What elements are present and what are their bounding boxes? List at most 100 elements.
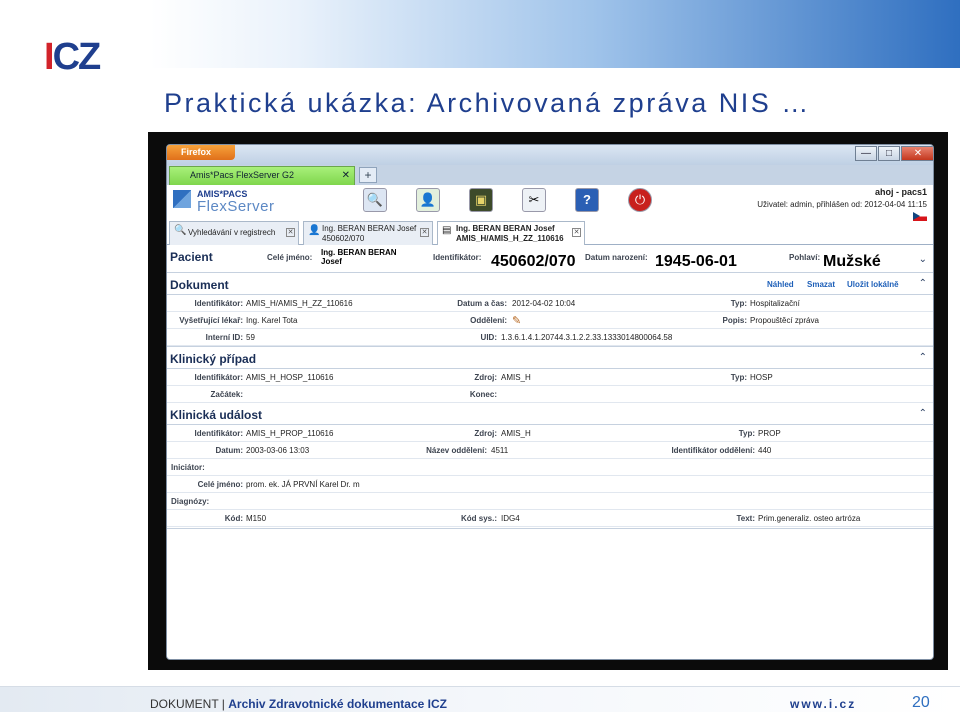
delete-link[interactable]: Smazat [807, 280, 835, 289]
close-tab-icon[interactable]: ✕ [420, 228, 429, 237]
document-section: Dokument Náhled Smazat Uložit lokálně ⌃ … [167, 275, 933, 347]
label: Zdroj: [474, 373, 497, 382]
label: Začátek: [210, 390, 243, 399]
user-icon: 👤 [308, 225, 321, 236]
tab-document[interactable]: ▤ Ing. BERAN BERAN Josef AMIS_H/AMIS_H_Z… [437, 221, 585, 245]
label: Celé jméno: [197, 480, 243, 489]
clinical-case-row: Identifikátor: AMIS_H_HOSP_110616 Zdroj:… [167, 369, 933, 386]
chevron-up-icon[interactable]: ⌃ [919, 352, 927, 363]
browser-titlebar: Firefox — □ ✕ [167, 145, 933, 165]
label: Interní ID: [205, 333, 243, 342]
patient-name: Ing. BERAN BERAN Josef [321, 248, 397, 266]
close-tab-icon[interactable]: ✕ [342, 167, 350, 184]
event-date: 2003-03-06 13:03 [246, 446, 310, 455]
diagnosis-row: Kód: M150 Kód sys.: IDG4 Text: Prim.gene… [167, 510, 933, 527]
section-title: Pacient [170, 250, 213, 264]
internal-id: 59 [246, 333, 255, 342]
chevron-up-icon[interactable]: ⌃ [919, 278, 927, 289]
save-locally-link[interactable]: Uložit lokálně [847, 280, 899, 289]
label: Vyšetřující lékař: [179, 316, 243, 325]
label: Celé jméno: [267, 253, 313, 262]
document-icon: ▤ [442, 225, 452, 236]
new-tab-button[interactable]: + [359, 167, 377, 183]
label: Oddělení: [470, 316, 507, 325]
label: Text: [736, 514, 755, 523]
user-login-info: Uživatel: admin, přihlášen od: 2012-04-0… [757, 200, 927, 209]
slide-title: Praktická ukázka: Archivovaná zpráva NIS… [164, 88, 811, 118]
label: Identifikátor: [194, 299, 243, 308]
tab-search-registers[interactable]: 🔍 Vyhledávání v registrech ✕ [169, 221, 299, 245]
clinical-event-row: Identifikátor: AMIS_H_PROP_110616 Zdroj:… [167, 425, 933, 442]
initiator-label: Iniciátor: [171, 463, 205, 472]
clinical-event-row: Datum: 2003-03-06 13:03 Název oddělení: … [167, 442, 933, 459]
logo-letter-i: I [44, 36, 54, 78]
diagnosis-text: Prim.generaliz. osteo artróza [758, 514, 861, 523]
event-id: AMIS_H_PROP_110616 [246, 429, 334, 438]
close-tab-icon[interactable]: ✕ [286, 228, 295, 237]
physician: Ing. Karel Tota [246, 316, 298, 325]
clinical-case-row: Začátek: Konec: [167, 386, 933, 403]
event-type: PROP [758, 429, 781, 438]
label: Identifikátor: [194, 373, 243, 382]
label: Typ: [738, 429, 755, 438]
monitor-icon[interactable]: ▣ [469, 188, 493, 212]
chevron-down-icon[interactable]: ⌄ [919, 254, 927, 265]
document-datetime: 2012-04-02 10:04 [512, 299, 576, 308]
section-title: Klinická událost [170, 408, 263, 422]
firefox-menu-button[interactable]: Firefox [167, 145, 235, 160]
patient-sex: Mužské [823, 253, 881, 270]
label: Datum a čas: [457, 299, 507, 308]
document-row: Identifikátor: AMIS_H/AMIS_H_ZZ_110616 D… [167, 295, 933, 312]
initiator-name: prom. ek. JÁ PRVNÍ Karel Dr. m [246, 480, 360, 489]
document-row: Vyšetřující lékař: Ing. Karel Tota Odděl… [167, 312, 933, 329]
diagnoses-label: Diagnózy: [171, 497, 210, 506]
patient-dob: 1945-06-01 [655, 253, 737, 270]
label: Pohlaví: [789, 253, 821, 262]
preview-link[interactable]: Náhled [767, 280, 794, 289]
document-description: Propouštěcí zpráva [750, 316, 819, 325]
clinical-event-row: Celé jméno: prom. ek. JÁ PRVNÍ Karel Dr.… [167, 476, 933, 493]
clinical-event-section: Klinická událost ⌃ Identifikátor: AMIS_H… [167, 405, 933, 529]
label: Název oddělení: [426, 446, 487, 455]
browser-window: Firefox — □ ✕ Amis*Pacs FlexServer G2 ✕ … [166, 144, 934, 660]
document-header: Dokument Náhled Smazat Uložit lokálně ⌃ [167, 275, 933, 295]
label: Konec: [469, 390, 497, 399]
label: Identifikátor: [194, 429, 243, 438]
tab-label: Ing. BERAN BERAN Josef [322, 224, 417, 233]
event-source: AMIS_H [501, 429, 531, 438]
power-icon[interactable]: ⏻ [628, 188, 652, 212]
user-add-icon[interactable]: 👤 [416, 188, 440, 212]
browser-tab[interactable]: Amis*Pacs FlexServer G2 ✕ [169, 166, 355, 185]
label: Typ: [730, 373, 747, 382]
label: Identifikátor oddělení: [671, 446, 755, 455]
diagnosis-code-system: IDG4 [501, 514, 520, 523]
page-number: 20 [912, 694, 930, 711]
app-toolbar: AMIS*PACS FlexServer 🔍 👤 ▣ ✂ ? ⏻ ahoj - … [167, 185, 933, 221]
minimize-button[interactable]: — [855, 146, 877, 161]
label: Typ: [730, 299, 747, 308]
label: Zdroj: [474, 429, 497, 438]
patient-name-line1: Ing. BERAN BERAN [321, 248, 397, 257]
maximize-button[interactable]: □ [878, 146, 900, 161]
amis-pacs-logo: AMIS*PACS FlexServer [173, 187, 274, 215]
screenshot-frame: Firefox — □ ✕ Amis*Pacs FlexServer G2 ✕ … [148, 132, 948, 670]
tab-label: Ing. BERAN BERAN Josef [456, 224, 555, 233]
close-window-button[interactable]: ✕ [901, 146, 933, 161]
clinical-case-section: Klinický případ ⌃ Identifikátor: AMIS_H_… [167, 349, 933, 403]
section-title: Dokument [170, 278, 229, 292]
department-name: 4511 [491, 446, 509, 455]
chevron-up-icon[interactable]: ⌃ [919, 408, 927, 419]
document-id: AMIS_H/AMIS_H_ZZ_110616 [246, 299, 353, 308]
app-tabs: 🔍 Vyhledávání v registrech ✕ 👤 Ing. BERA… [167, 219, 933, 245]
search-icon[interactable]: 🔍 [363, 188, 387, 212]
tab-patient[interactable]: 👤 Ing. BERAN BERAN Josef 450602/070 ✕ [303, 221, 433, 245]
label: Datum: [215, 446, 243, 455]
close-tab-icon[interactable]: ✕ [572, 228, 581, 237]
clinical-event-header: Klinická událost ⌃ [167, 405, 933, 425]
department-id: 440 [758, 446, 772, 455]
case-id: AMIS_H_HOSP_110616 [246, 373, 334, 382]
patient-id: 450602/070 [491, 253, 576, 270]
pencil-icon[interactable]: ✎ [512, 314, 521, 327]
tools-icon[interactable]: ✂ [522, 188, 546, 212]
help-icon[interactable]: ? [575, 188, 599, 212]
